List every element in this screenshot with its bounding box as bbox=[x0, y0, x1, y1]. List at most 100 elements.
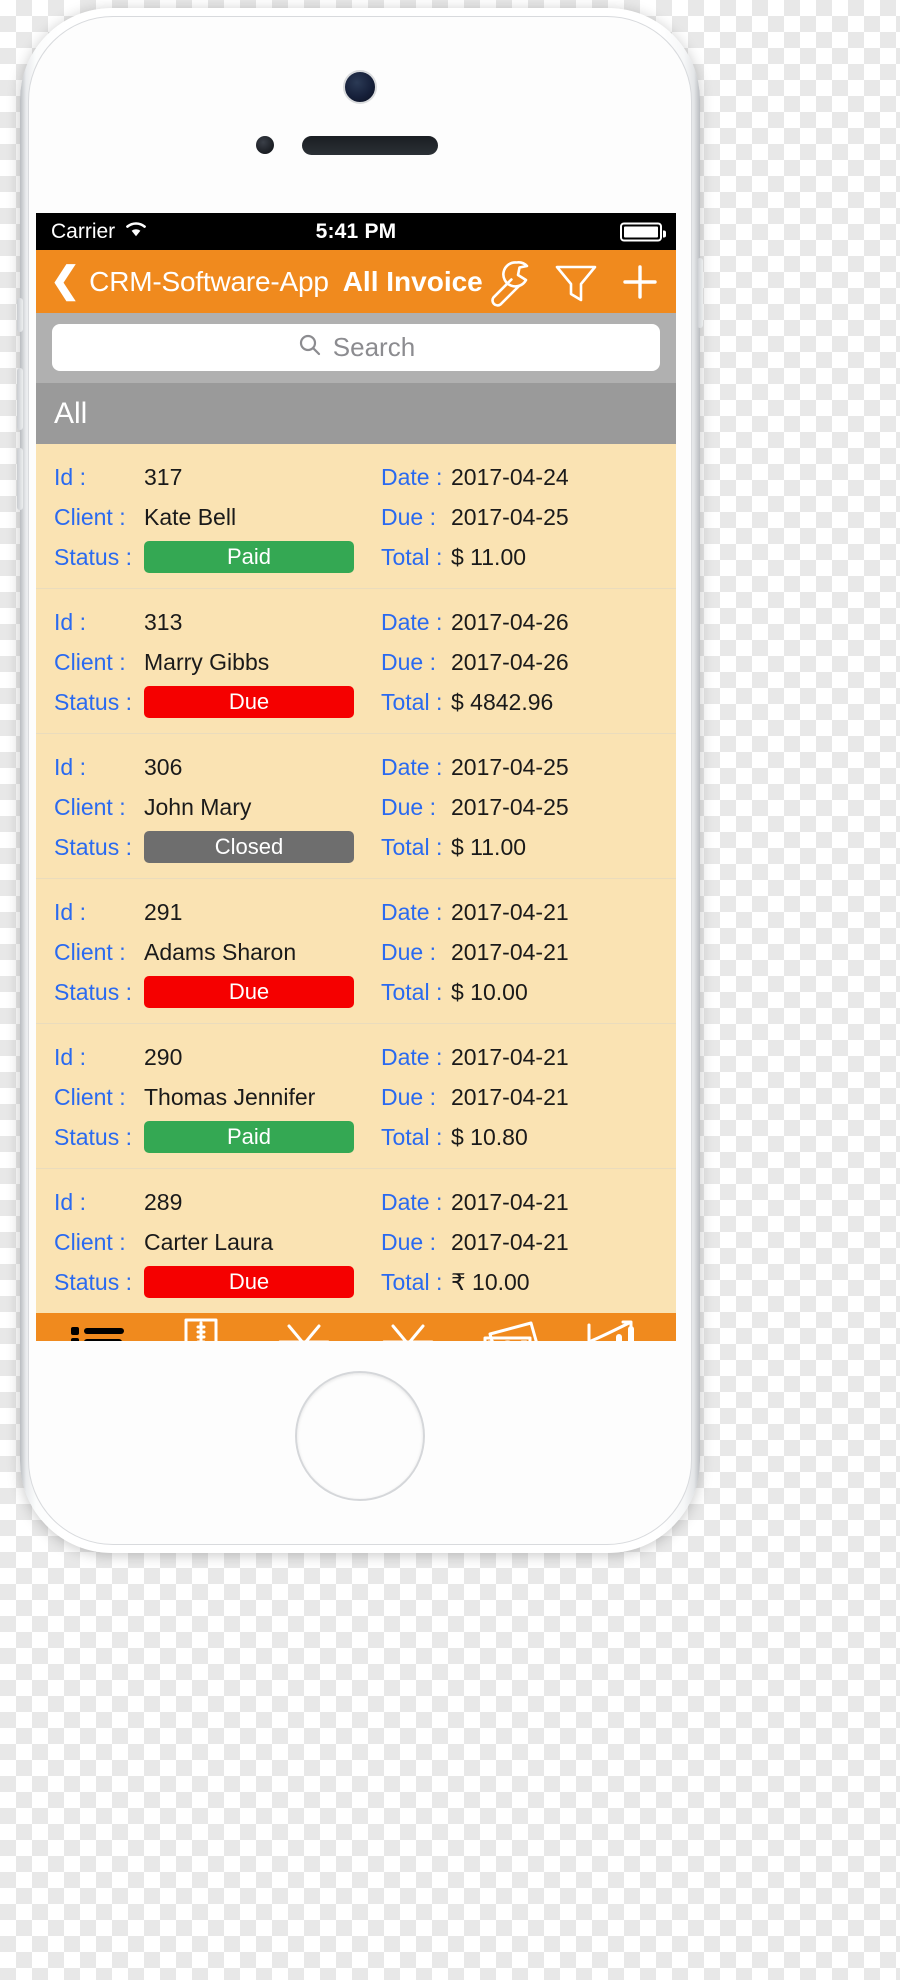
id-value: 317 bbox=[144, 463, 183, 490]
status-label: Status : bbox=[54, 543, 132, 570]
total-value: $ 11.00 bbox=[451, 833, 527, 860]
volume-down-button[interactable] bbox=[17, 448, 23, 510]
due-label: Due : bbox=[381, 648, 436, 675]
date-value: 2017-04-21 bbox=[451, 1043, 569, 1070]
tab-basket[interactable] bbox=[363, 1320, 453, 1341]
client-label: Client : bbox=[54, 1083, 126, 1110]
total-label: Total : bbox=[381, 978, 443, 1005]
due-label: Due : bbox=[381, 938, 436, 965]
phone-screen: Carrier 5:41 PM ❮ CRM-Software-App All I… bbox=[36, 213, 676, 1341]
tab-ruler[interactable] bbox=[156, 1318, 246, 1341]
client-value: Adams Sharon bbox=[144, 938, 297, 965]
invoice-line-client: Client : Carter Laura Due : 2017-04-21 bbox=[36, 1222, 676, 1262]
bar-chart-icon bbox=[585, 1319, 643, 1341]
section-title: All bbox=[54, 396, 88, 430]
status-badge[interactable]: Due bbox=[144, 1266, 354, 1298]
due-label: Due : bbox=[381, 1083, 436, 1110]
invoice-line-status: Status : Due Total : $ 10.00 bbox=[36, 972, 676, 1012]
date-label: Date : bbox=[381, 753, 443, 780]
date-label: Date : bbox=[381, 898, 443, 925]
invoice-line-id: Id : 290 Date : 2017-04-21 bbox=[36, 1037, 676, 1077]
date-value: 2017-04-26 bbox=[451, 608, 569, 635]
id-label: Id : bbox=[54, 608, 86, 635]
id-value: 289 bbox=[144, 1188, 183, 1215]
due-value: 2017-04-21 bbox=[451, 1228, 569, 1255]
status-label: Status : bbox=[54, 1268, 132, 1295]
due-value: 2017-04-25 bbox=[451, 503, 569, 530]
table-row[interactable]: Id : 306 Date : 2017-04-25 Client : John Mary… bbox=[36, 734, 676, 879]
invoice-line-id: Id : 291 Date : 2017-04-21 bbox=[36, 892, 676, 932]
total-value: $ 4842.96 bbox=[451, 688, 554, 715]
client-label: Client : bbox=[54, 503, 126, 530]
plus-icon[interactable] bbox=[617, 259, 663, 305]
table-row[interactable]: Id : 317 Date : 2017-04-24 Client : Kate Bell… bbox=[36, 444, 676, 589]
invoice-line-id: Id : 317 Date : 2017-04-24 bbox=[36, 457, 676, 497]
power-button[interactable] bbox=[697, 258, 703, 328]
invoice-line-status: Status : Due Total : $ 4842.96 bbox=[36, 682, 676, 722]
tab-basket-check[interactable] bbox=[259, 1320, 349, 1341]
tab-bar bbox=[36, 1313, 676, 1341]
volume-up-button[interactable] bbox=[17, 368, 23, 430]
tab-bar-chart[interactable] bbox=[569, 1320, 659, 1341]
search-input[interactable]: Search bbox=[52, 324, 660, 371]
client-value: Marry Gibbs bbox=[144, 648, 270, 675]
due-label: Due : bbox=[381, 503, 436, 530]
table-row[interactable]: Id : 291 Date : 2017-04-21 Client : Adams Sha… bbox=[36, 879, 676, 1024]
invoice-line-id: Id : 289 Date : 2017-04-21 bbox=[36, 1182, 676, 1222]
total-label: Total : bbox=[381, 1123, 443, 1150]
invoice-line-id: Id : 313 Date : 2017-04-26 bbox=[36, 602, 676, 642]
status-time: 5:41 PM bbox=[315, 219, 397, 243]
status-badge[interactable]: Paid bbox=[144, 1121, 354, 1153]
table-row[interactable]: Id : 290 Date : 2017-04-21 Client : Thomas Je… bbox=[36, 1024, 676, 1169]
front-camera-icon bbox=[343, 70, 377, 104]
invoice-line-client: Client : Kate Bell Due : 2017-04-25 bbox=[36, 497, 676, 537]
home-button[interactable] bbox=[295, 1371, 425, 1501]
total-value: $ 10.80 bbox=[451, 1123, 528, 1150]
status-badge[interactable]: Paid bbox=[144, 541, 354, 573]
wrench-icon[interactable] bbox=[483, 256, 535, 308]
filter-icon[interactable] bbox=[551, 257, 601, 307]
date-value: 2017-04-25 bbox=[451, 753, 569, 780]
date-value: 2017-04-21 bbox=[451, 1188, 569, 1215]
status-badge[interactable]: Due bbox=[144, 976, 354, 1008]
due-value: 2017-04-26 bbox=[451, 648, 569, 675]
status-badge[interactable]: Closed bbox=[144, 831, 354, 863]
tab-list[interactable] bbox=[53, 1320, 143, 1341]
client-label: Client : bbox=[54, 793, 126, 820]
table-row[interactable]: Id : 289 Date : 2017-04-21 Client : Carter La… bbox=[36, 1169, 676, 1313]
page-title: All Invoice bbox=[342, 265, 483, 297]
invoice-line-client: Client : Adams Sharon Due : 2017-04-21 bbox=[36, 932, 676, 972]
client-value: Thomas Jennifer bbox=[144, 1083, 316, 1110]
date-label: Date : bbox=[381, 1043, 443, 1070]
total-label: Total : bbox=[381, 543, 443, 570]
client-label: Client : bbox=[54, 648, 126, 675]
date-value: 2017-04-21 bbox=[451, 898, 569, 925]
tab-money[interactable] bbox=[466, 1320, 556, 1341]
invoice-list: Id : 317 Date : 2017-04-24 Client : Kate Bell… bbox=[36, 444, 676, 1313]
silent-switch[interactable] bbox=[17, 298, 23, 332]
status-label: Status : bbox=[54, 688, 132, 715]
client-value: Carter Laura bbox=[144, 1228, 274, 1255]
nav-actions bbox=[483, 256, 663, 308]
basket-icon bbox=[379, 1320, 437, 1341]
status-label: Status : bbox=[54, 978, 132, 1005]
invoice-line-status: Status : Closed Total : $ 11.00 bbox=[36, 827, 676, 867]
chevron-left-icon: ❮ bbox=[50, 259, 81, 300]
due-label: Due : bbox=[381, 793, 436, 820]
navigation-bar: ❮ CRM-Software-App All Invoice bbox=[36, 250, 676, 313]
due-value: 2017-04-21 bbox=[451, 1083, 569, 1110]
total-label: Total : bbox=[381, 1268, 443, 1295]
id-value: 306 bbox=[144, 753, 183, 780]
total-label: Total : bbox=[381, 688, 443, 715]
money-icon bbox=[481, 1320, 541, 1341]
status-badge[interactable]: Due bbox=[144, 686, 354, 718]
id-label: Id : bbox=[54, 1043, 86, 1070]
battery-full-icon bbox=[620, 222, 666, 241]
client-label: Client : bbox=[54, 938, 126, 965]
back-button-label: CRM-Software-App bbox=[89, 265, 329, 297]
client-label: Client : bbox=[54, 1228, 126, 1255]
table-row[interactable]: Id : 313 Date : 2017-04-26 Client : Marry Gib… bbox=[36, 589, 676, 734]
total-value: ₹ 10.00 bbox=[451, 1268, 530, 1295]
back-button[interactable]: ❮ CRM-Software-App bbox=[50, 259, 329, 300]
id-label: Id : bbox=[54, 898, 86, 925]
